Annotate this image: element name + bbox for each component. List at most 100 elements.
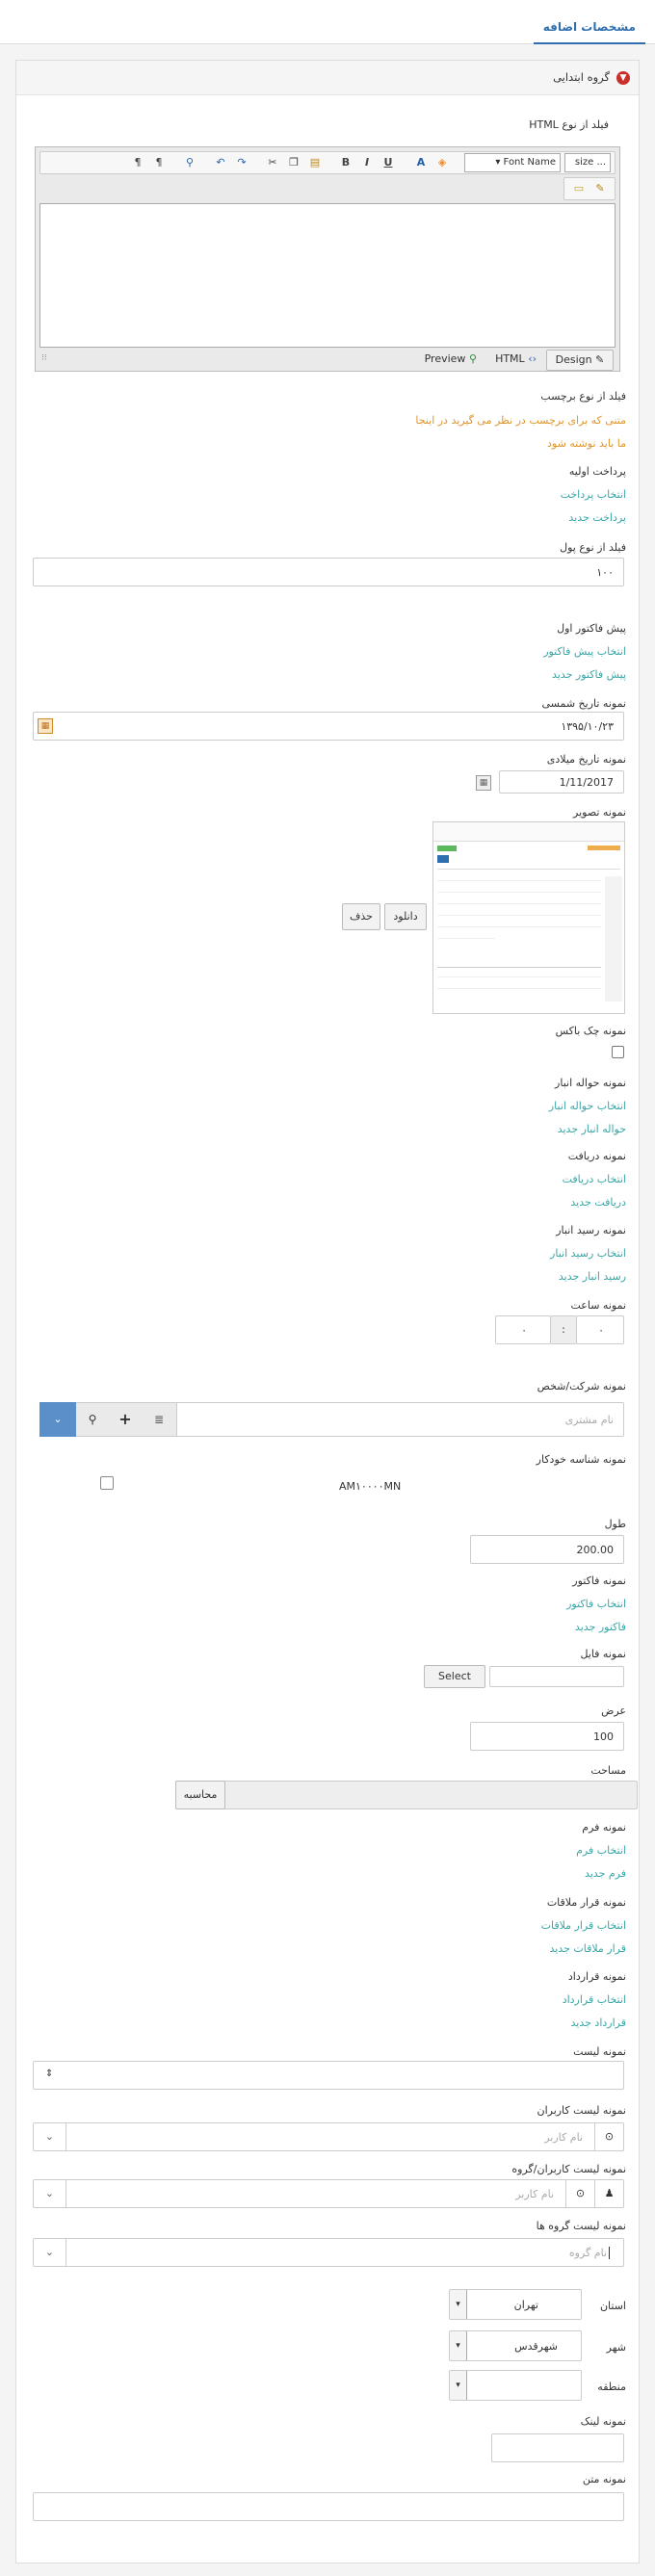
editor-mode-bar: ⁝⁝ ✎ Design ‹› HTML ⚲ Preview [36, 350, 619, 371]
text-input[interactable] [33, 2492, 624, 2521]
time-label: نمونه ساعت [570, 1299, 627, 1312]
search-icon[interactable]: ⚲ [76, 1403, 109, 1436]
shamsi-date-label: نمونه تاریخ شمسی [541, 697, 626, 710]
stock-transfer-select-link[interactable]: انتخاب حواله انبار [549, 1100, 626, 1112]
ltr-paragraph-icon[interactable]: ¶ [150, 155, 168, 170]
tab-extra-specs[interactable]: مشخصات اضافه [533, 15, 645, 44]
tab-bar: مشخصات اضافه [0, 0, 655, 44]
html-editor: ... size Font Name ▾ ◈ A U I B ▤ ❐ ✂ ↷ ↶… [35, 146, 620, 372]
stock-transfer-label: نمونه حواله انبار [555, 1077, 626, 1089]
folder-icon[interactable]: ▭ [570, 181, 588, 196]
invoice-select-link[interactable]: انتخاب فاکتور [566, 1598, 626, 1610]
paste-icon[interactable]: ▤ [306, 155, 324, 170]
form-select-link[interactable]: انتخاب فرم [576, 1844, 626, 1857]
chevron-down-icon[interactable]: ⌄ [34, 2123, 66, 2150]
cut-icon[interactable]: ✂ [264, 155, 281, 170]
sample-checkbox[interactable] [612, 1046, 624, 1058]
chevron-down-icon[interactable]: ▾ [450, 2290, 467, 2319]
chevron-down-icon[interactable]: ▼ [616, 71, 630, 85]
proforma-select-link[interactable]: انتخاب پیش فاکتور [543, 645, 626, 658]
edit-icon[interactable]: ✎ [591, 181, 609, 196]
font-size-select[interactable]: ... size [564, 153, 611, 172]
image-download-button[interactable]: دانلود [384, 903, 427, 930]
design-mode-button[interactable]: ✎ Design [546, 350, 614, 371]
stock-transfer-new-link[interactable]: حواله انبار جدید [558, 1123, 626, 1135]
receipt-new-link[interactable]: دریافت جدید [570, 1196, 626, 1209]
proforma-new-link[interactable]: پیش فاکتور جدید [552, 668, 626, 681]
contract-select-link[interactable]: انتخاب قرارداد [563, 1993, 626, 2006]
find-icon[interactable]: ⚲ [181, 155, 198, 170]
chevron-down-icon[interactable]: ⌄ [34, 2180, 66, 2207]
form-new-link[interactable]: فرم جدید [585, 1867, 626, 1880]
region-select[interactable]: ▾ [449, 2370, 582, 2401]
target-icon[interactable]: ⊙ [594, 2123, 623, 2150]
group-list-select[interactable]: نام گروه ⌄ [33, 2238, 624, 2267]
stock-receipt-new-link[interactable]: رسید انبار جدید [559, 1270, 626, 1283]
list-icon[interactable]: ≣ [142, 1403, 176, 1436]
receipt-label: نمونه دریافت [567, 1150, 626, 1162]
width-value: 100 [593, 1730, 614, 1743]
underline-icon[interactable]: U [380, 155, 397, 170]
chevron-down-icon[interactable]: ▾ [450, 2331, 467, 2360]
font-color-icon[interactable]: A [412, 155, 430, 170]
user-icon[interactable]: ♟ [594, 2180, 623, 2207]
session-new-link[interactable]: قرار ملاقات جدید [549, 1942, 626, 1955]
auto-id-checkbox[interactable] [100, 1476, 114, 1490]
length-input[interactable]: 200.00 [470, 1535, 624, 1564]
chevron-down-icon[interactable]: ⌄ [34, 2239, 66, 2266]
font-name-select[interactable]: Font Name ▾ [464, 153, 561, 172]
chevron-down-icon[interactable]: ▾ [450, 2371, 467, 2400]
chevron-down-icon[interactable]: ⌄ [39, 1402, 76, 1437]
province-select[interactable]: تهران ▾ [449, 2289, 582, 2320]
stock-receipt-select-link[interactable]: انتخاب رسید انبار [550, 1247, 626, 1260]
editor-content-area[interactable] [39, 203, 616, 348]
prepayment-select-link[interactable]: انتخاب پرداخت [561, 488, 626, 501]
file-select-button[interactable]: Select [424, 1665, 485, 1688]
copy-icon[interactable]: ❐ [285, 155, 302, 170]
bold-icon[interactable]: B [337, 155, 354, 170]
user-list-select[interactable]: ⊙ نام کاربر ⌄ [33, 2122, 624, 2151]
invoice-new-link[interactable]: فاکتور جدید [575, 1621, 626, 1633]
calendar-icon[interactable]: ▦ [38, 718, 53, 734]
undo-icon[interactable]: ↶ [212, 155, 229, 170]
time-minute-input[interactable]: ۰ [495, 1315, 551, 1344]
group-list-placeholder: نام گروه [569, 2247, 610, 2259]
file-name-input[interactable] [489, 1666, 624, 1687]
receipt-select-link[interactable]: انتخاب دریافت [563, 1173, 626, 1185]
width-input[interactable]: 100 [470, 1722, 624, 1751]
link-input[interactable] [491, 2433, 624, 2462]
target-icon[interactable]: ⊙ [565, 2180, 594, 2207]
list-select[interactable]: ⇕ [33, 2061, 624, 2090]
shamsi-date-input[interactable]: ۱۳۹۵/۱۰/۲۳ ▦ [33, 712, 624, 741]
session-select-link[interactable]: انتخاب قرار ملاقات [541, 1919, 626, 1932]
panel-header[interactable]: ▼ گروه ابتدایی [16, 61, 639, 95]
contract-new-link[interactable]: قرارداد جدید [571, 2017, 626, 2029]
money-input[interactable]: ۱۰۰ [33, 558, 624, 586]
sort-icon: ⇕ [45, 2069, 54, 2079]
calendar-icon[interactable]: ▦ [476, 775, 491, 791]
proforma-label: پیش فاکتور اول [557, 622, 626, 635]
length-label: طول [604, 1518, 626, 1530]
area-calculate-button[interactable]: محاسبه [175, 1781, 225, 1809]
preview-mode-button[interactable]: ⚲ Preview [425, 352, 477, 365]
resize-handle-icon[interactable]: ⁝⁝ [41, 353, 47, 363]
user-group-list-select[interactable]: ♟ ⊙ نام کاربر ⌄ [33, 2179, 624, 2208]
form-label: نمونه فرم [582, 1821, 626, 1834]
prepayment-new-link[interactable]: پرداخت جدید [568, 511, 626, 524]
company-input[interactable]: نام مشتری [175, 1402, 624, 1437]
preview-icon: ⚲ [468, 352, 477, 365]
city-select[interactable]: شهرقدس ▾ [449, 2330, 582, 2361]
highlight-icon[interactable]: ◈ [433, 155, 451, 170]
rtl-paragraph-icon[interactable]: ¶ [129, 155, 146, 170]
gregorian-date-input[interactable]: 1/11/2017 [499, 770, 624, 794]
time-hour-input[interactable]: ۰ [576, 1315, 624, 1344]
label-field-label: فیلد از نوع برچسب [540, 390, 626, 403]
add-icon[interactable]: + [109, 1403, 142, 1436]
redo-icon[interactable]: ↷ [233, 155, 250, 170]
shamsi-date-value: ۱۳۹۵/۱۰/۲۳ [561, 720, 614, 733]
image-delete-button[interactable]: حذف [342, 903, 380, 930]
company-placeholder: نام مشتری [564, 1414, 614, 1426]
italic-icon[interactable]: I [358, 155, 376, 170]
html-mode-button[interactable]: ‹› HTML [495, 352, 537, 365]
region-label: منطقه [597, 2381, 626, 2393]
